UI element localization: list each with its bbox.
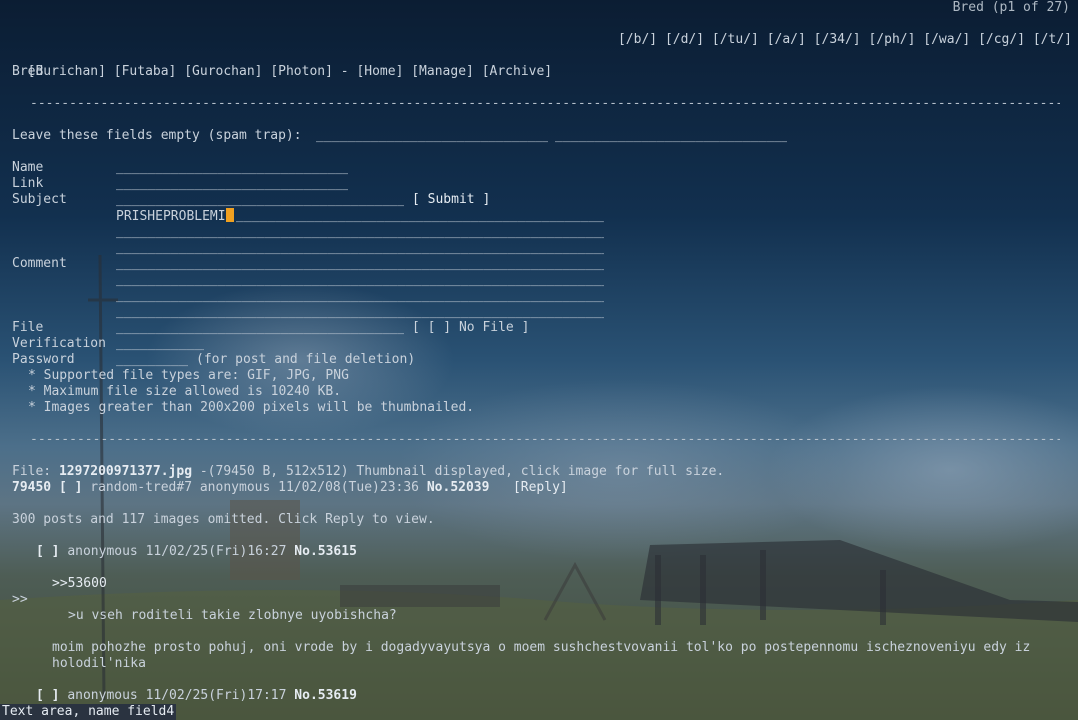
text-cursor [225,208,234,222]
reply-post-number[interactable]: No.53619 [294,688,357,703]
style-link-gurochan[interactable]: [Gurochan] [184,64,262,79]
no-file-checkbox[interactable]: [ [ ] No File ] [412,320,529,336]
board-link-a[interactable]: [/a/] [767,32,806,47]
comment-textarea[interactable]: PRISHEPROBLEMI [116,208,604,320]
file-info: -(79450 B, 512x512) Thumbnail displayed,… [199,464,725,479]
password-label: Password [12,352,75,367]
board-link-t[interactable]: [/t/] [1033,32,1072,47]
divider-bottom [30,432,1060,448]
name-input[interactable] [116,160,348,176]
spam-trap-label: Leave these fields empty (spam trap): [12,128,302,143]
comment-text: PRISHEPROBLEMI [116,209,226,224]
subject-input[interactable] [116,192,404,208]
reply-meta: anonymous 11/02/25(Fri)16:27 [67,544,287,559]
status-bar: Text area, name field4 [0,704,177,720]
op-post-header: 79450 [ ] random-tred#7 anonymous 11/02/… [12,480,568,496]
spam-trap-field-1[interactable] [316,128,548,144]
reply-delete-checkbox[interactable]: [ ] [36,544,59,559]
reply-header: [ ] anonymous 11/02/25(Fri)16:27 No.5361… [36,544,357,560]
op-delete-checkbox[interactable]: [ ] [59,480,82,495]
reply-post-number[interactable]: No.53615 [294,544,357,559]
reply-link[interactable]: [Reply] [513,480,568,495]
file-label: File [12,320,44,335]
quote-link[interactable]: >>53600 [52,576,107,592]
archive-link[interactable]: [Archive] [482,64,552,79]
verification-label: Verification [12,336,106,351]
reply-text-line-1: moim pohozhe prosto pohuj, oni vrode by … [52,640,1031,655]
board-link-wa[interactable]: [/wa/] [923,32,970,47]
op-meta: random-tred#7 anonymous 11/02/08(Tue)23:… [90,480,420,495]
rule-max-size: * Maximum file size allowed is 10240 KB. [28,384,342,399]
op-thumbnail-link[interactable]: 79450 [12,480,51,495]
subject-label: Subject [12,192,67,207]
verification-input[interactable] [116,336,204,352]
omitted-notice: 300 posts and 117 images omitted. Click … [12,512,435,527]
style-link-photon[interactable]: [Photon] [270,64,333,79]
link-label: Link [12,176,44,191]
rule-file-types: * Supported file types are: GIF, JPG, PN… [28,368,349,383]
file-prefix: File: [12,464,52,479]
site-nav: [Burichan] [Futaba] [Gurochan] [Photon] … [12,48,552,80]
reply-header: [ ] anonymous 11/02/25(Fri)17:17 No.5361… [36,688,357,704]
comment-label: Comment [12,256,67,271]
reply-delete-checkbox[interactable]: [ ] [36,688,59,703]
reply-text-line-2: holodil'nika [52,656,146,671]
manage-link[interactable]: [Manage] [411,64,474,79]
file-input[interactable] [116,320,404,336]
rule-thumbnail: * Images greater than 200x200 pixels wil… [28,400,475,415]
reply-meta: anonymous 11/02/25(Fri)17:17 [67,688,287,703]
password-note: (for post and file deletion) [196,352,416,367]
board-link-cg[interactable]: [/cg/] [978,32,1025,47]
nav-separator: - [340,64,349,79]
file-name-link[interactable]: 1297200971377.jpg [59,464,192,479]
op-post-number[interactable]: No.52039 [427,480,490,495]
board-nav: [/b/] [/d/] [/tu/] [/a/] [/34/] [/ph/] [… [602,16,1072,48]
link-input[interactable] [116,176,348,192]
divider-top [30,96,1060,112]
board-link-ph[interactable]: [/ph/] [868,32,915,47]
board-link-34[interactable]: [/34/] [814,32,861,47]
spam-trap-field-2[interactable] [555,128,787,144]
op-file-line: File: 1297200971377.jpg -(79450 B, 512x5… [12,464,724,480]
submit-button[interactable]: [ Submit ] [412,192,490,208]
board-link-tu[interactable]: [/tu/] [712,32,759,47]
board-link-d[interactable]: [/d/] [665,32,704,47]
board-title: Bred [12,64,44,79]
reply-marker: >> [12,592,28,607]
quoted-text: >u vseh roditeli takie zlobnye uyobishch… [68,608,397,623]
password-input[interactable] [116,352,188,368]
page-corner-title: Bred (p1 of 27) [952,0,1070,15]
name-label: Name [12,160,44,175]
style-link-futaba[interactable]: [Futaba] [114,64,177,79]
home-link[interactable]: [Home] [356,64,403,79]
board-link-b[interactable]: [/b/] [618,32,657,47]
